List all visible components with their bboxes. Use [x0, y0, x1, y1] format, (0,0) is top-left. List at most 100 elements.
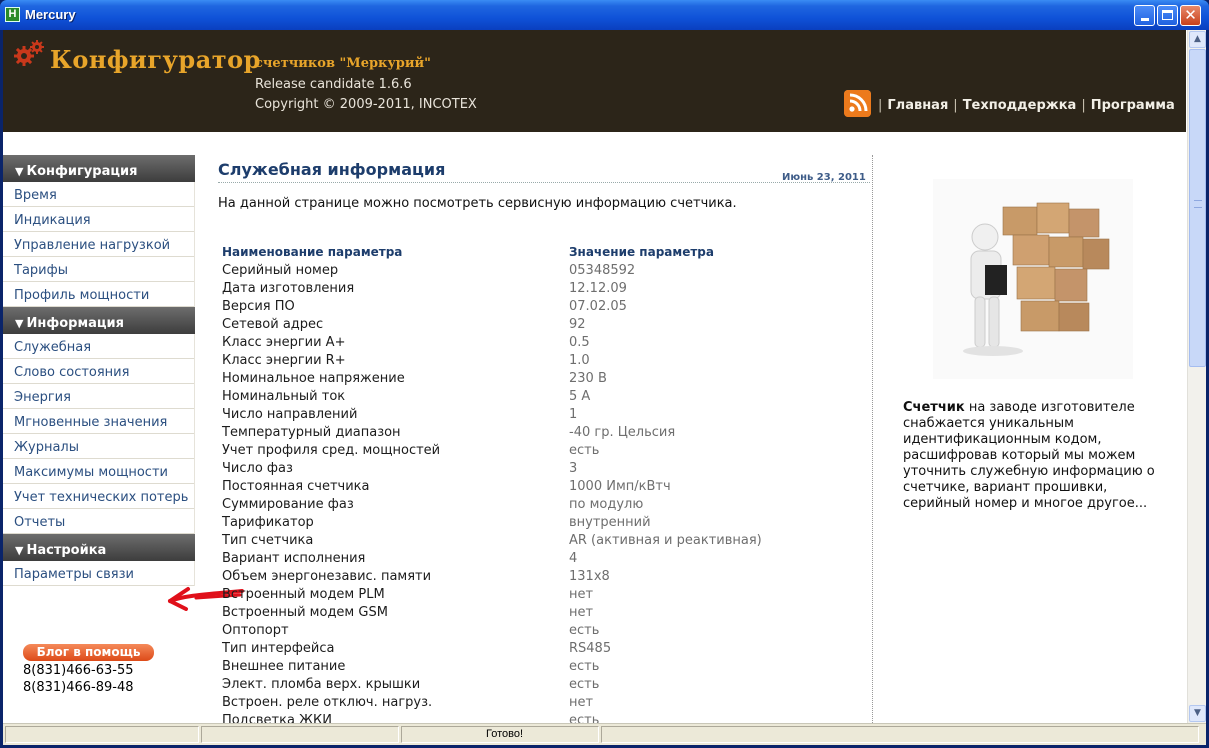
param-name: Версия ПО	[222, 298, 295, 314]
table-row: Номинальное напряжение 230 В	[222, 369, 762, 387]
param-name: Число направлений	[222, 406, 358, 422]
table-body: Серийный номер 05348592 Дата изготовления 1…	[222, 261, 762, 724]
table-row: Встроенный модем GSM нет	[222, 603, 762, 621]
param-value: по модулю	[569, 496, 644, 512]
param-name: Элект. пломба верх. крышки	[222, 676, 421, 692]
sidebar-item-instant-values[interactable]: Мгновенные значения	[3, 409, 194, 434]
window-client: Конфигуратор счетчиков "Меркурий" Releas…	[3, 30, 1206, 723]
table-row: Температурный диапазон -40 гр. Цельсия	[222, 423, 762, 441]
close-button[interactable]: ✕	[1180, 5, 1201, 26]
sidebar-item-logs[interactable]: Журналы	[3, 434, 194, 459]
sidebar-item-power-max[interactable]: Максимумы мощности	[3, 459, 194, 484]
param-name: Серийный номер	[222, 262, 339, 278]
sidebar-item-tech-losses[interactable]: Учет технических потерь	[3, 484, 194, 509]
column-divider	[872, 155, 873, 723]
column-header-name: Наименование параметра	[222, 245, 403, 259]
param-name: Сетевой адрес	[222, 316, 324, 332]
param-value: AR (активная и реактивная)	[569, 532, 762, 548]
param-value: есть	[569, 676, 600, 692]
triangle-down-icon: ▼	[15, 544, 24, 557]
phone-number: 8(831)466-89-48	[23, 680, 134, 695]
table-row: Тарификатор внутренний	[222, 513, 762, 531]
phone-number: 8(831)466-63-55	[23, 663, 134, 678]
minimize-button[interactable]	[1134, 5, 1155, 26]
sidebar-item-connection-params[interactable]: Параметры связи	[3, 561, 194, 586]
sidebar-item-tariffs[interactable]: Тарифы	[3, 257, 194, 282]
sidebar-section-info[interactable]: ▼ Информация	[3, 307, 195, 334]
param-name: Постоянная счетчика	[222, 478, 370, 494]
param-value: 05348592	[569, 262, 636, 278]
table-row: Встроенный модем PLM нет	[222, 585, 762, 603]
param-value: RS485	[569, 640, 612, 656]
release-version: Release candidate 1.6.6	[255, 77, 412, 92]
param-name: Встроенный модем GSM	[222, 604, 388, 620]
param-value: 12.12.09	[569, 280, 627, 296]
table-row: Класс энергии R+ 1.0	[222, 351, 762, 369]
sidebar-item-power-profile[interactable]: Профиль мощности	[3, 282, 194, 307]
param-value: -40 гр. Цельсия	[569, 424, 676, 440]
title-divider	[218, 182, 870, 183]
sidebar-section-config[interactable]: ▼ Конфигурация	[3, 155, 195, 182]
table-row: Версия ПО 07.02.05	[222, 297, 762, 315]
status-bar: Готово!	[3, 723, 1206, 745]
param-name: Класс энергии R+	[222, 352, 346, 368]
section-title: Настройка	[26, 543, 107, 558]
sidebar-item-status-word[interactable]: Слово состояния	[3, 359, 194, 384]
param-value: есть	[569, 442, 600, 458]
sidebar-description: Счетчик на заводе изготовителе снабжаетс…	[903, 400, 1173, 512]
parameters-table: Наименование параметра Значение параметр…	[222, 243, 762, 723]
status-pane	[5, 726, 199, 743]
param-value: 230 В	[569, 370, 607, 386]
param-value: 1	[569, 406, 578, 422]
nav-link-home[interactable]: Главная	[887, 98, 948, 113]
table-row: Класс энергии A+ 0.5	[222, 333, 762, 351]
nav-separator: |	[953, 98, 958, 113]
param-value: внутренний	[569, 514, 651, 530]
status-text: Готово!	[486, 728, 524, 740]
param-value: 07.02.05	[569, 298, 627, 314]
sidebar-item-time[interactable]: Время	[3, 182, 194, 207]
description-bold: Счетчик	[903, 400, 965, 415]
minimize-icon	[1140, 18, 1149, 21]
scroll-thumb[interactable]	[1189, 49, 1206, 367]
sidebar-item-load-control[interactable]: Управление нагрузкой	[3, 232, 194, 257]
brand-title: Конфигуратор	[50, 45, 261, 74]
title-bar[interactable]: H Mercury ✕	[0, 0, 1209, 30]
page-intro: На данной странице можно посмотреть серв…	[218, 196, 737, 211]
table-row: Встроен. реле отключ. нагруз. нет	[222, 693, 762, 711]
param-value: 131x8	[569, 568, 610, 584]
scroll-up-button[interactable]: ▲	[1189, 31, 1206, 48]
param-name: Тип счетчика	[222, 532, 314, 548]
table-row: Суммирование фаз по модулю	[222, 495, 762, 513]
grip-icon	[1194, 200, 1202, 208]
status-pane	[201, 726, 399, 743]
scroll-down-button[interactable]: ▼	[1189, 705, 1206, 722]
maximize-button[interactable]	[1157, 5, 1178, 26]
param-name: Оптопорт	[222, 622, 289, 638]
description-text: на заводе изготовителе снабжается уникал…	[903, 400, 1155, 511]
brand-subtitle: счетчиков "Меркурий"	[255, 56, 431, 71]
table-row: Оптопорт есть	[222, 621, 762, 639]
nav-separator: |	[878, 98, 883, 113]
triangle-down-icon: ▼	[15, 165, 24, 178]
blog-button[interactable]: Блог в помощь	[23, 644, 154, 661]
gears-logo-icon	[14, 40, 44, 66]
param-value: 1000 Имп/кВтч	[569, 478, 671, 494]
sidebar-item-reports[interactable]: Отчеты	[3, 509, 194, 534]
param-value: есть	[569, 658, 600, 674]
param-value: 3	[569, 460, 578, 476]
nav-link-support[interactable]: Техподдержка	[963, 98, 1077, 113]
sidebar-item-service[interactable]: Служебная	[3, 334, 194, 359]
sidebar-item-indication[interactable]: Индикация	[3, 207, 194, 232]
param-value: нет	[569, 604, 594, 620]
rss-icon[interactable]	[844, 90, 871, 117]
param-name: Встроен. реле отключ. нагруз.	[222, 694, 433, 710]
sidebar-item-energy[interactable]: Энергия	[3, 384, 194, 409]
sidebar-section-settings[interactable]: ▼ Настройка	[3, 534, 195, 561]
param-value: 4	[569, 550, 578, 566]
close-icon: ✕	[1184, 6, 1197, 24]
vertical-scrollbar[interactable]: ▲ ▼	[1187, 30, 1206, 723]
table-row: Элект. пломба верх. крышки есть	[222, 675, 762, 693]
table-row: Внешнее питание есть	[222, 657, 762, 675]
nav-link-program[interactable]: Программа	[1091, 98, 1175, 113]
